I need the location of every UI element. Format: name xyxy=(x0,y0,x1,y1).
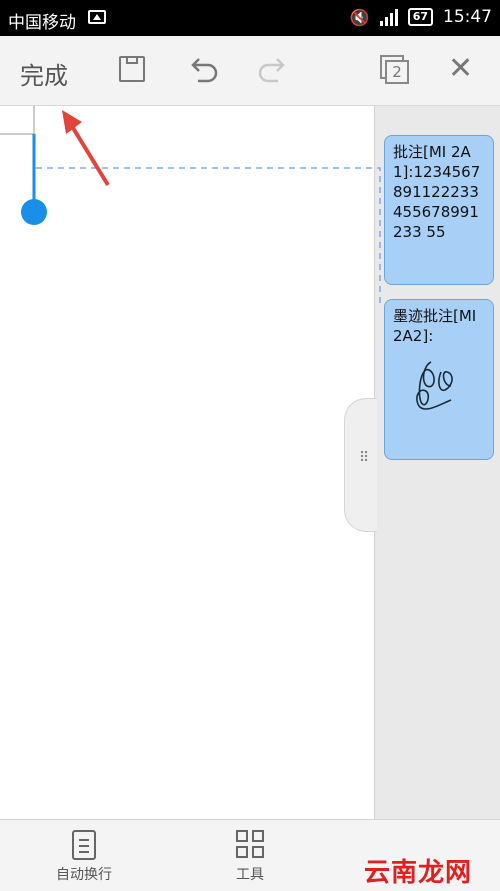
cursor-handle[interactable] xyxy=(21,199,47,225)
watermark: 云南龙网 xyxy=(363,858,472,888)
comment-connector xyxy=(36,167,381,305)
auto-wrap-button[interactable]: 自动换行 xyxy=(48,830,120,884)
tools-button[interactable]: 工具 xyxy=(214,830,286,884)
annotation-overlay xyxy=(0,106,381,305)
auto-wrap-icon xyxy=(72,830,96,860)
auto-wrap-label: 自动换行 xyxy=(56,867,112,883)
tools-grid-icon xyxy=(236,830,264,858)
red-arrowhead xyxy=(62,110,82,134)
tools-label: 工具 xyxy=(236,867,264,883)
red-arrow xyxy=(68,121,110,187)
